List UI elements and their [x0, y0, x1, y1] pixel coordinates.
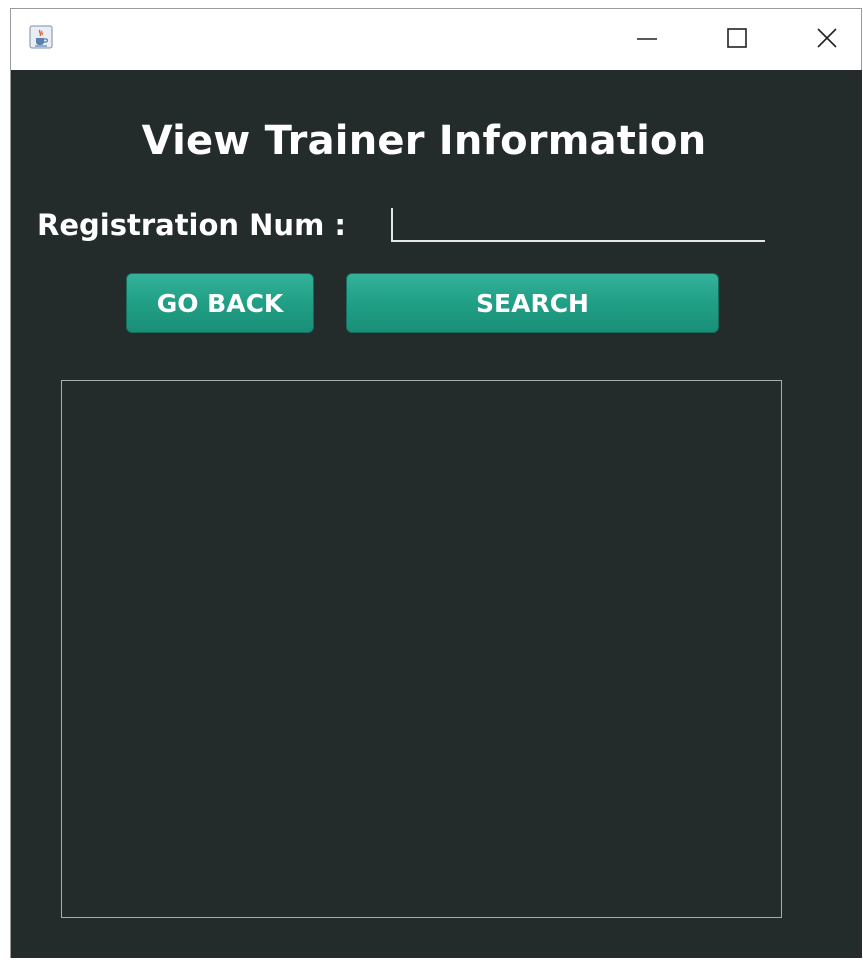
result-text-area[interactable]: [61, 380, 782, 918]
java-cup-icon: [29, 25, 53, 49]
form-panel: View Trainer Information Registration Nu…: [11, 70, 862, 958]
maximize-button[interactable]: [707, 9, 767, 67]
registration-label: Registration Num :: [37, 208, 346, 242]
minimize-icon: [637, 38, 657, 40]
close-icon: [817, 28, 837, 48]
registration-input[interactable]: [391, 208, 765, 242]
title-bar[interactable]: [11, 9, 861, 70]
page-title: View Trainer Information: [141, 118, 707, 164]
close-button[interactable]: [797, 9, 857, 67]
search-button[interactable]: SEARCH: [346, 273, 719, 333]
maximize-icon: [727, 28, 747, 48]
go-back-button[interactable]: GO BACK: [126, 273, 314, 333]
app-window: View Trainer Information Registration Nu…: [10, 8, 862, 958]
minimize-button[interactable]: [617, 9, 677, 67]
